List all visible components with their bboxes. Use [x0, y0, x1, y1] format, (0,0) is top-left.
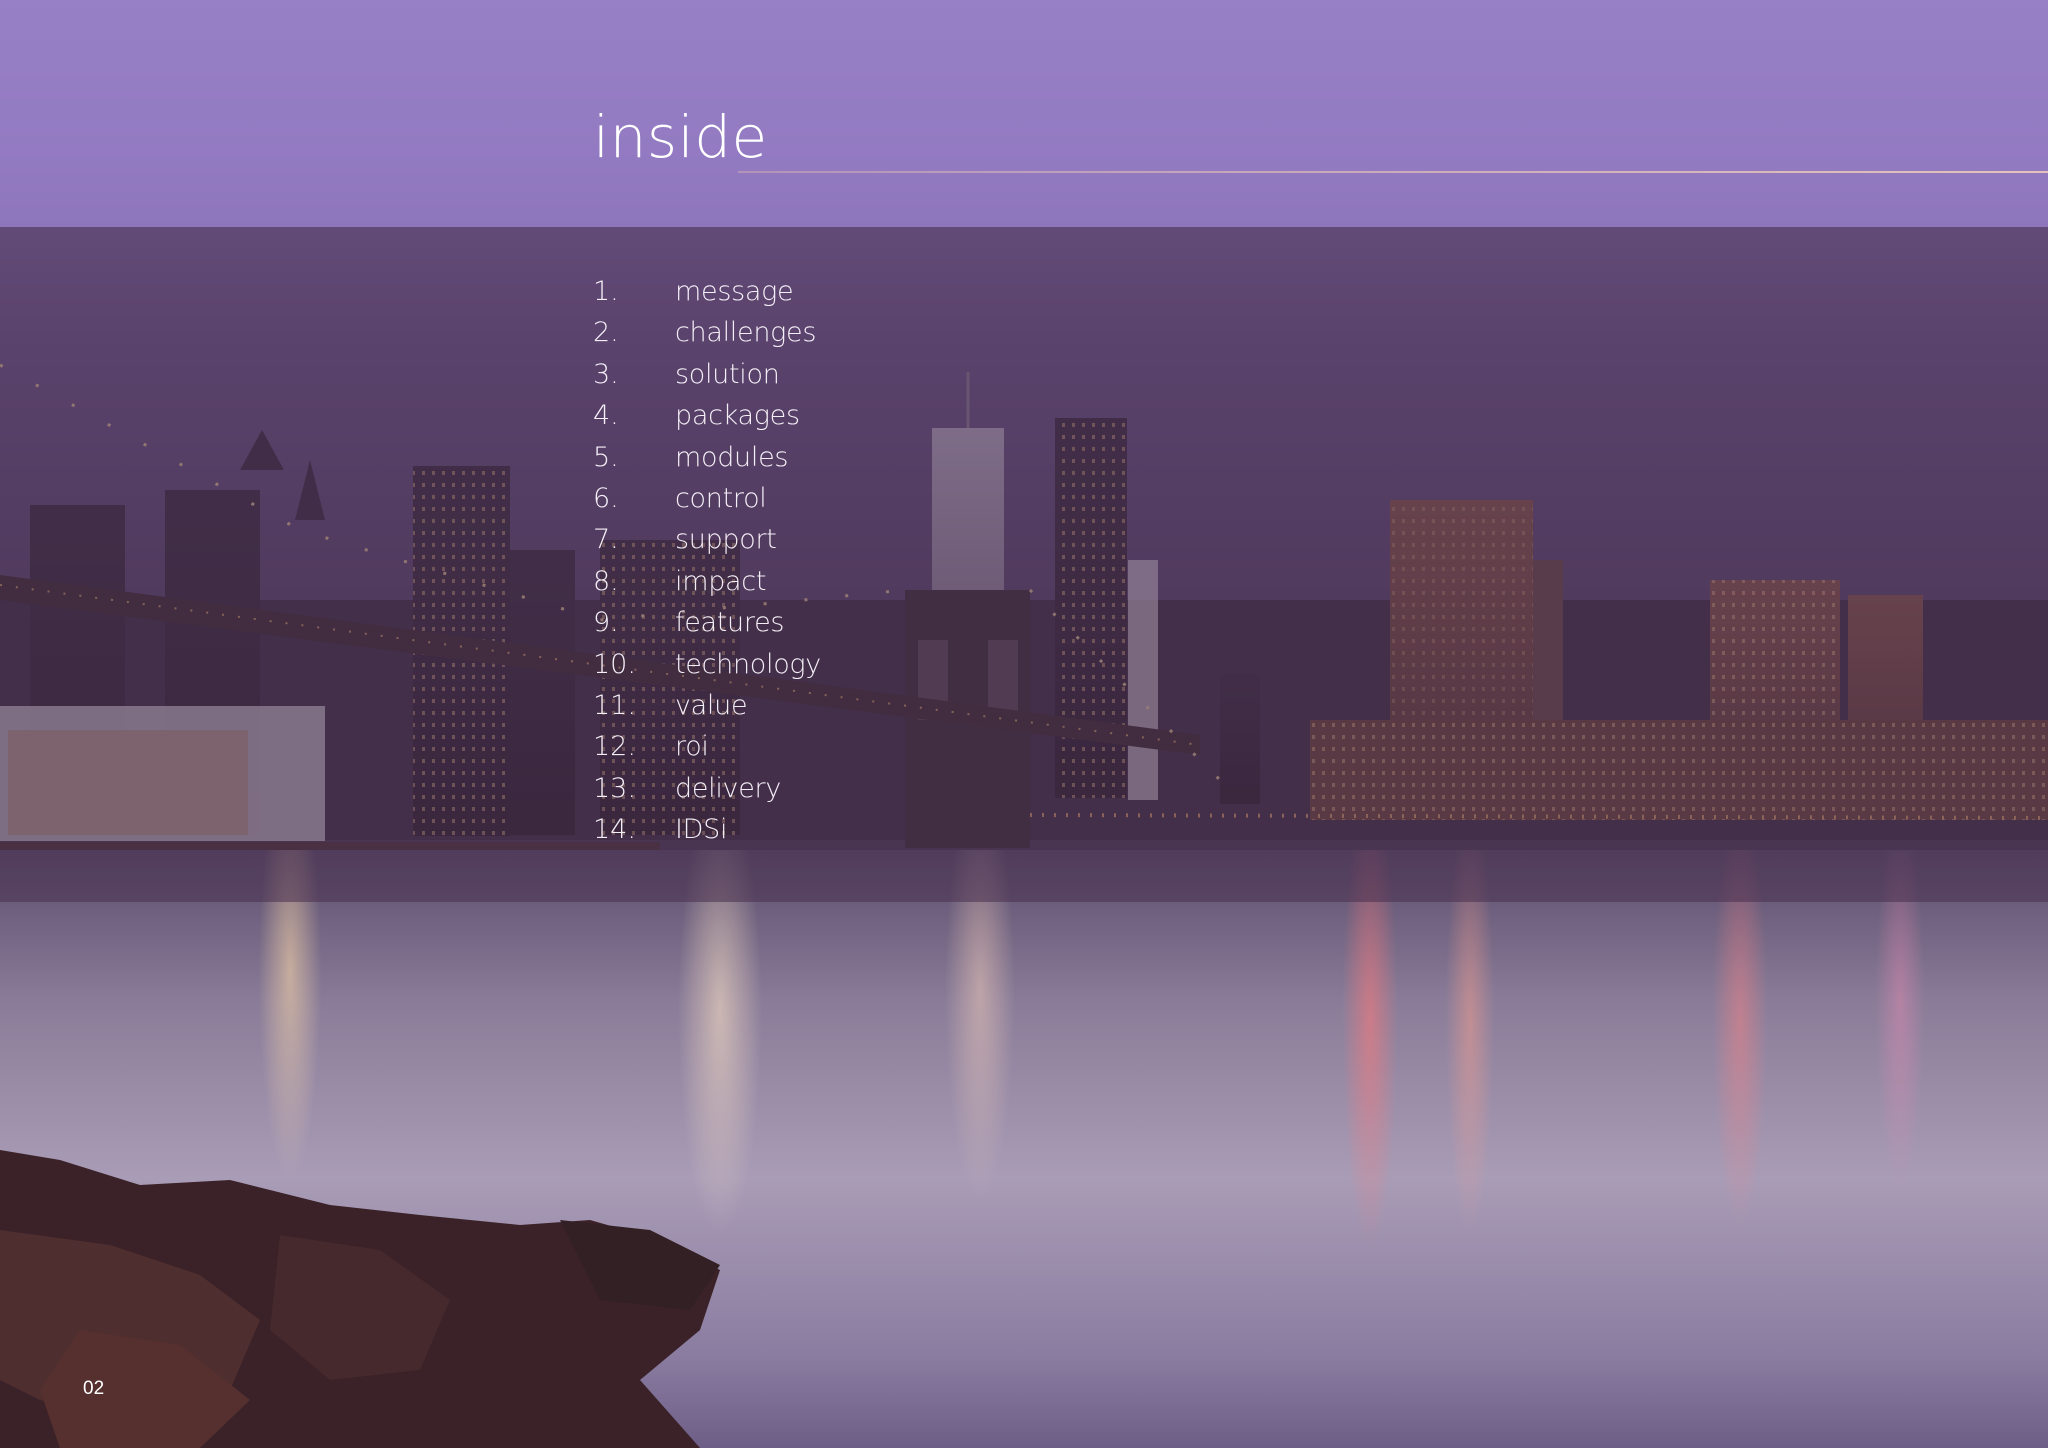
toc-item-idsi[interactable]: 14. IDSi: [593, 814, 821, 855]
toc-label: technology: [675, 648, 821, 680]
toc-item-modules[interactable]: 5. modules: [593, 442, 821, 483]
toc-number: 12.: [593, 731, 636, 763]
toc-number: 4.: [593, 400, 619, 432]
toc-item-value[interactable]: 11. value: [593, 690, 821, 731]
page-number: 02: [83, 1378, 105, 1399]
toc-number: 9.: [593, 607, 619, 639]
toc-item-control[interactable]: 6. control: [593, 483, 821, 524]
toc-item-message[interactable]: 1. message: [593, 276, 821, 317]
toc-label: impact: [675, 565, 767, 597]
toc-item-technology[interactable]: 10. technology: [593, 649, 821, 690]
toc-number: 8.: [593, 565, 619, 597]
document-page: inside 1. message 2. challenges 3. solution…: [0, 0, 2048, 1448]
toc-label: control: [675, 482, 767, 514]
toc-number: 7.: [593, 524, 619, 556]
toc-number: 11.: [593, 689, 636, 721]
toc-label: delivery: [675, 772, 782, 804]
toc-label: message: [675, 276, 794, 307]
table-of-contents: 1. message 2. challenges 3. solution 4. pack…: [593, 276, 821, 855]
toc-label: challenges: [675, 317, 817, 349]
toc-label: support: [675, 524, 777, 556]
toc-number: 13.: [593, 772, 636, 804]
toc-label: packages: [675, 400, 800, 432]
toc-item-solution[interactable]: 3. solution: [593, 359, 821, 400]
toc-item-support[interactable]: 7. support: [593, 524, 821, 565]
page-title: inside: [593, 103, 768, 171]
toc-label: solution: [675, 358, 780, 390]
header-band: [0, 0, 2048, 227]
toc-label: features: [675, 607, 785, 639]
toc-number: 5.: [593, 441, 619, 473]
contents-band: [0, 227, 2048, 902]
toc-number: 6.: [593, 482, 619, 514]
toc-number: 1.: [593, 276, 619, 307]
toc-number: 10.: [593, 648, 636, 680]
toc-label: IDSi: [675, 814, 728, 846]
toc-number: 2.: [593, 317, 619, 349]
toc-item-delivery[interactable]: 13. delivery: [593, 773, 821, 814]
toc-number: 14.: [593, 814, 636, 846]
toc-item-impact[interactable]: 8. impact: [593, 566, 821, 607]
toc-item-packages[interactable]: 4. packages: [593, 400, 821, 441]
toc-number: 3.: [593, 358, 619, 390]
title-rule: [738, 171, 2048, 173]
toc-item-roi[interactable]: 12. roi: [593, 731, 821, 772]
toc-item-features[interactable]: 9. features: [593, 607, 821, 648]
toc-label: value: [675, 689, 748, 721]
toc-label: modules: [675, 441, 789, 473]
toc-item-challenges[interactable]: 2. challenges: [593, 317, 821, 358]
toc-label: roi: [675, 731, 709, 763]
